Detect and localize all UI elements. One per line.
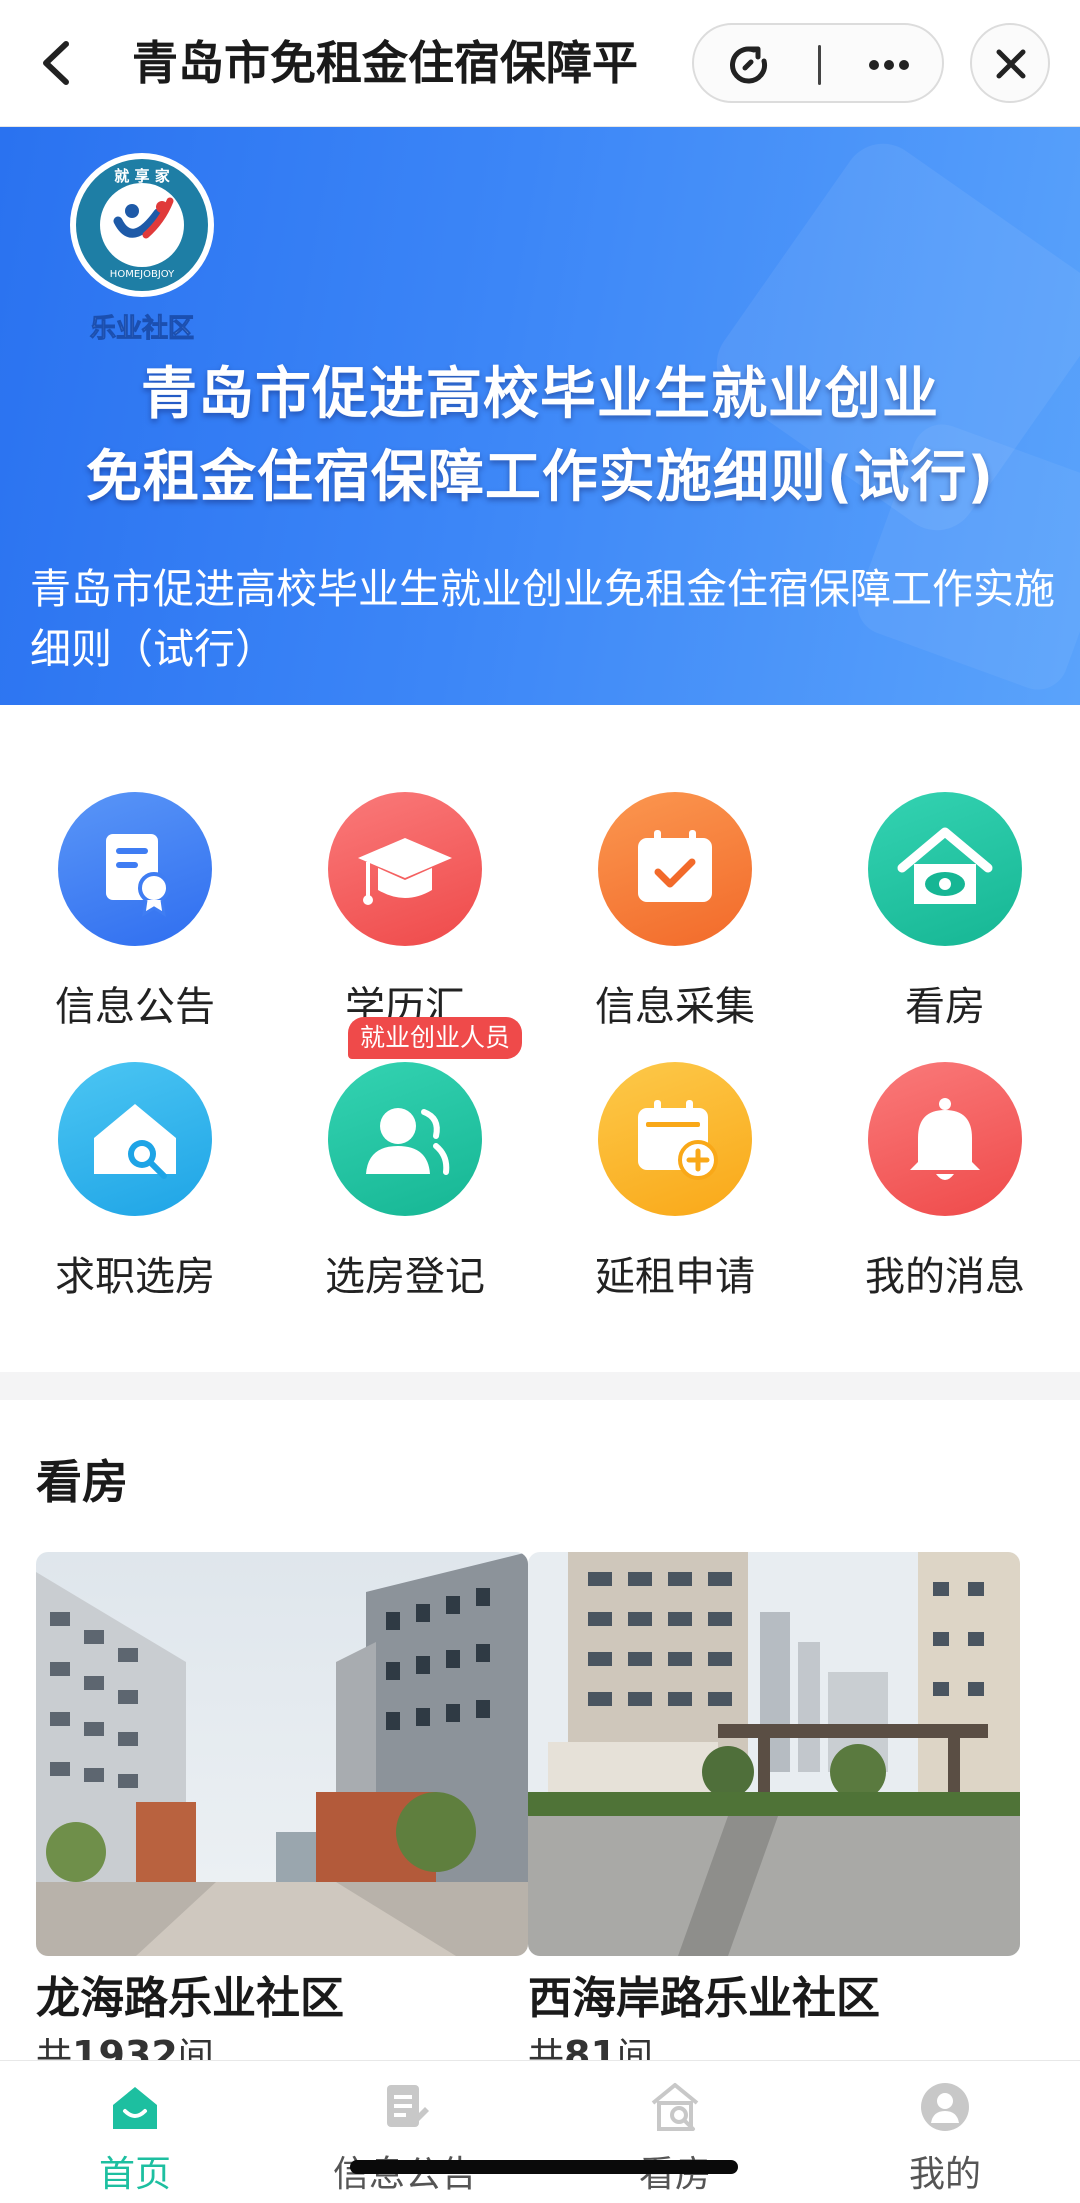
grid-item-label: 我的消息 <box>865 1254 1025 1300</box>
certificate-doc-icon <box>58 792 212 946</box>
chevron-left-icon[interactable] <box>28 30 88 96</box>
tab-notice[interactable]: 信息公告 <box>270 2061 540 2203</box>
function-grid: 信息公告 学历汇 信息采集 看房 求职选房 就业创业人员 选房登记 延租申请 我… <box>0 770 1080 1310</box>
banner-description: 青岛市促进高校毕业生就业创业免租金住宿保障工作实施细则（试行） <box>30 565 1055 673</box>
user-icon <box>919 2081 971 2133</box>
tab-view-house[interactable]: 看房 <box>540 2061 810 2203</box>
grid-item-label: 信息采集 <box>595 984 755 1030</box>
logo-ring-text: HOMEJOBJOY <box>110 269 175 280</box>
house-eye-icon <box>868 792 1022 946</box>
grid-item-label: 信息公告 <box>55 984 215 1030</box>
grid-item-view-house[interactable]: 看房 <box>810 770 1080 1040</box>
home-indicator[interactable] <box>350 2160 738 2174</box>
capsule-divider <box>818 45 821 85</box>
page-title: 青岛市免租金住宿保障平 <box>132 36 638 90</box>
grid-item-label: 选房登记 <box>325 1254 485 1300</box>
refresh-icon[interactable] <box>724 39 776 91</box>
grid-item-job-house[interactable]: 求职选房 <box>0 1040 270 1310</box>
home-icon <box>109 2081 161 2133</box>
section-title-housing: 看房 <box>36 1455 128 1509</box>
calendar-plus-icon <box>598 1062 752 1216</box>
logo-arc-text: 就 享 家 <box>114 167 169 185</box>
housing-name: 龙海路乐业社区 <box>36 1973 344 2024</box>
grid-item-notice[interactable]: 信息公告 <box>0 770 270 1040</box>
document-icon <box>379 2081 431 2133</box>
house-search-icon <box>649 2081 701 2133</box>
grid-item-extend-lease[interactable]: 延租申请 <box>540 1040 810 1310</box>
grid-item-info-collect[interactable]: 信息采集 <box>540 770 810 1040</box>
grid-item-house-register[interactable]: 就业创业人员 选房登记 <box>270 1017 540 1310</box>
bell-icon <box>868 1062 1022 1216</box>
more-dots-icon[interactable] <box>854 39 924 91</box>
house-search-icon <box>58 1062 212 1216</box>
housing-name: 西海岸路乐业社区 <box>528 1973 880 2024</box>
grid-item-label: 延租申请 <box>595 1254 755 1300</box>
housing-photo <box>528 1552 1020 1956</box>
section-divider <box>0 1372 1080 1400</box>
tab-home[interactable]: 首页 <box>0 2061 270 2203</box>
calendar-check-icon <box>598 792 752 946</box>
community-logo: 就 享 家 HOMEJOBJOY 乐业社区 <box>66 149 218 349</box>
users-icon <box>328 1062 482 1216</box>
tab-label: 我的 <box>908 2154 981 2195</box>
banner-title-line1: 青岛市促进高校毕业生就业创业 <box>141 362 939 427</box>
grid-item-label: 看房 <box>905 984 985 1030</box>
top-nav-bar: 青岛市免租金住宿保障平 <box>0 0 1080 127</box>
tab-label: 首页 <box>98 2154 171 2195</box>
graduation-cap-icon <box>328 792 482 946</box>
housing-photo <box>36 1552 528 1956</box>
grid-item-label: 求职选房 <box>55 1254 215 1300</box>
grid-item-education[interactable]: 学历汇 <box>270 770 540 1040</box>
bottom-tab-bar: 首页 信息公告 看房 我的 <box>0 2060 1080 2203</box>
employment-badge: 就业创业人员 <box>348 1017 523 1059</box>
tab-mine[interactable]: 我的 <box>810 2061 1080 2203</box>
banner-title-line2: 免租金住宿保障工作实施细则(试行) <box>85 445 995 510</box>
mini-program-capsule <box>692 23 944 103</box>
grid-item-my-messages[interactable]: 我的消息 <box>810 1040 1080 1310</box>
close-icon[interactable] <box>970 23 1050 103</box>
logo-caption: 乐业社区 <box>90 313 194 344</box>
policy-banner[interactable]: 就 享 家 HOMEJOBJOY 乐业社区 青岛市促进高校毕业生就业创业 免租金… <box>0 127 1080 705</box>
